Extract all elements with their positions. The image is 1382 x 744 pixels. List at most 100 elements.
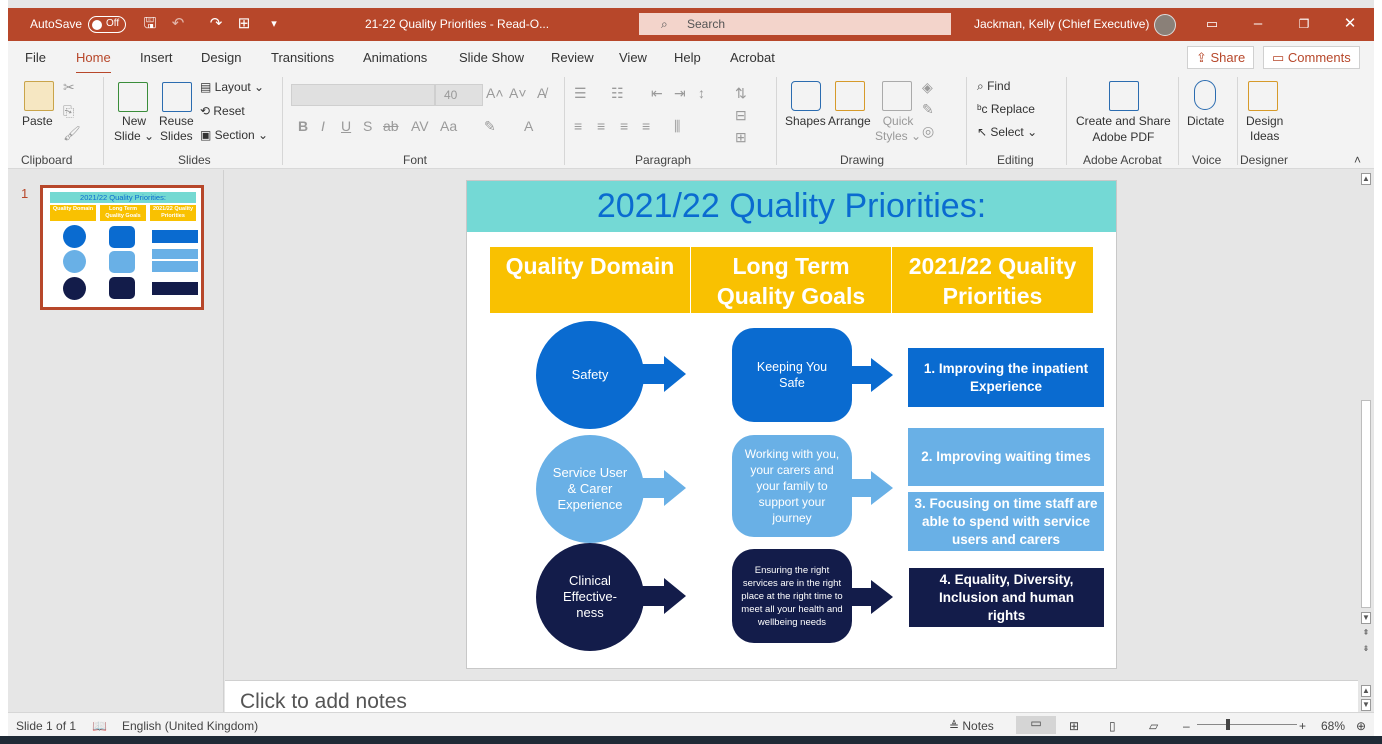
restore-icon[interactable]: ❐ [1294, 14, 1314, 34]
previous-slide-icon[interactable]: ⇞ [1361, 628, 1371, 640]
header-long-term-goals[interactable]: Long Term Quality Goals [691, 247, 891, 313]
shape-fill-icon[interactable]: ◈ [922, 79, 933, 96]
goal-right-services[interactable]: Ensuring the right services are in the r… [732, 549, 852, 643]
shadow-icon[interactable]: S [363, 118, 372, 134]
ribbon-display-icon[interactable]: ▭ [1202, 14, 1222, 34]
format-painter-icon[interactable]: 🖌 [63, 125, 81, 142]
user-name[interactable]: Jackman, Kelly (Chief Executive) [974, 17, 1149, 31]
reuse-slides-button[interactable]: Reuse Slides [159, 114, 194, 144]
zoom-in-icon[interactable]: + [1299, 719, 1306, 733]
redo-icon[interactable]: ↷ [206, 14, 226, 34]
tab-design[interactable]: Design [201, 50, 241, 65]
notes-pane[interactable]: Click to add notes [225, 680, 1358, 714]
tab-view[interactable]: View [619, 50, 647, 65]
paste-button[interactable]: Paste [22, 114, 53, 128]
dictate-button[interactable]: Dictate [1187, 114, 1224, 128]
priority-inpatient-experience[interactable]: 1. Improving the inpatient Experience [908, 348, 1104, 407]
zoom-slider[interactable] [1197, 724, 1297, 725]
font-color-icon[interactable]: A [524, 118, 533, 134]
goal-keeping-you-safe[interactable]: Keeping You Safe [732, 328, 852, 422]
reset-button[interactable]: ⟲ Reset [200, 104, 245, 118]
scroll-down-icon[interactable]: ▼ [1361, 612, 1371, 624]
share-button[interactable]: ⇪ Share [1187, 46, 1255, 69]
find-button[interactable]: ⌕ Find [977, 79, 1010, 94]
change-case-icon[interactable]: Aa [440, 118, 457, 134]
font-size-input[interactable]: 40 [435, 84, 483, 106]
bullets-icon[interactable]: ☰ [574, 85, 587, 102]
autosave-toggle[interactable]: Off [88, 16, 126, 33]
fit-to-window-icon[interactable]: ⊕ [1356, 719, 1366, 733]
underline-icon[interactable]: U [341, 118, 351, 134]
priority-time-with-service-users[interactable]: 3. Focusing on time staff are able to sp… [908, 492, 1104, 551]
tab-home[interactable]: Home [76, 50, 111, 75]
align-left-icon[interactable]: ≡ [574, 118, 582, 134]
document-title[interactable]: 21-22 Quality Priorities - Read-O... [365, 17, 549, 31]
shape-effects-icon[interactable]: ◎ [922, 123, 934, 140]
text-direction-icon[interactable]: ⇅ [735, 85, 747, 102]
slide-canvas[interactable]: 2021/22 Quality Priorities: Quality Doma… [466, 180, 1117, 669]
tab-acrobat[interactable]: Acrobat [730, 50, 775, 65]
close-icon[interactable]: ✕ [1340, 14, 1360, 34]
design-ideas-icon[interactable] [1248, 81, 1278, 111]
tab-slide-show[interactable]: Slide Show [459, 50, 524, 65]
cut-icon[interactable]: ✂ [63, 79, 75, 96]
header-priorities[interactable]: 2021/22 Quality Priorities [892, 247, 1093, 313]
paste-icon[interactable] [24, 81, 54, 111]
arrange-icon[interactable] [835, 81, 865, 111]
accessibility-icon[interactable]: 📖 [92, 719, 107, 733]
notes-toggle[interactable]: ≜ Notes [949, 719, 994, 733]
create-share-pdf-button[interactable]: Create and Share Adobe PDF [1076, 113, 1171, 145]
align-text-icon[interactable]: ⊟ [735, 107, 747, 124]
priority-waiting-times[interactable]: 2. Improving waiting times [908, 428, 1104, 486]
notes-placeholder[interactable]: Click to add notes [240, 690, 407, 714]
scrollbar-thumb[interactable] [1361, 400, 1371, 608]
slide-sorter-icon[interactable]: ⊞ [1069, 719, 1079, 733]
decrease-indent-icon[interactable]: ⇤ [651, 85, 663, 102]
tab-insert[interactable]: Insert [140, 50, 173, 65]
clear-formatting-icon[interactable]: A̸ [537, 85, 546, 101]
next-slide-icon[interactable]: ⇟ [1361, 644, 1371, 656]
undo-icon[interactable]: ↶ [168, 14, 188, 34]
columns-icon[interactable]: ⫼ [674, 118, 680, 135]
vertical-scrollbar[interactable]: ▲ ▼ ⇞ ⇟ [1358, 170, 1374, 680]
zoom-slider-handle[interactable] [1226, 719, 1230, 730]
slide-title[interactable]: 2021/22 Quality Priorities: [467, 181, 1116, 232]
smartart-icon[interactable]: ⊞ [735, 129, 747, 146]
align-center-icon[interactable]: ≡ [597, 118, 605, 134]
arrange-button[interactable]: Arrange [828, 114, 871, 128]
create-pdf-icon[interactable] [1109, 81, 1139, 111]
layout-button[interactable]: ▤ Layout ⌄ [200, 80, 264, 94]
zoom-out-icon[interactable]: – [1183, 719, 1190, 733]
decrease-font-icon[interactable]: A˅ [509, 85, 527, 101]
char-spacing-icon[interactable]: AV [411, 118, 429, 134]
normal-view-icon[interactable]: ▭ [1016, 716, 1056, 734]
bold-icon[interactable]: B [298, 118, 308, 134]
shapes-icon[interactable] [791, 81, 821, 111]
present-icon[interactable]: ⊞ [234, 14, 254, 34]
increase-indent-icon[interactable]: ⇥ [674, 85, 686, 102]
design-ideas-button[interactable]: Design Ideas [1246, 114, 1283, 144]
italic-icon[interactable]: I [321, 118, 325, 134]
increase-font-icon[interactable]: A˄ [486, 85, 504, 101]
section-button[interactable]: ▣ Section ⌄ [200, 128, 268, 142]
numbering-icon[interactable]: ☷ [611, 85, 624, 102]
microphone-icon[interactable] [1194, 80, 1216, 110]
save-icon[interactable]: 🖫 [140, 14, 160, 34]
search-box[interactable]: ⌕ Search [639, 13, 951, 35]
strikethrough-icon[interactable]: ab [383, 118, 399, 134]
notes-scroll-up-icon[interactable]: ▲ [1361, 685, 1371, 697]
select-button[interactable]: ↖ Select ⌄ [977, 125, 1037, 139]
customize-toolbar-icon[interactable]: ▾ [264, 14, 284, 34]
copy-icon[interactable]: ⎘ [63, 103, 74, 120]
quick-styles-icon[interactable] [882, 81, 912, 111]
slide-show-icon[interactable]: ▱ [1149, 719, 1158, 733]
scroll-up-icon[interactable]: ▲ [1361, 173, 1371, 185]
user-avatar[interactable] [1154, 14, 1176, 36]
new-slide-button[interactable]: New Slide ⌄ [114, 114, 154, 144]
header-quality-domain[interactable]: Quality Domain [490, 247, 690, 313]
line-spacing-icon[interactable]: ↕ [698, 85, 705, 101]
replace-button[interactable]: ᵇc Replace [977, 102, 1035, 116]
notes-scrollbar[interactable]: ▲ ▼ [1358, 680, 1374, 712]
tab-review[interactable]: Review [551, 50, 594, 65]
shapes-button[interactable]: Shapes [785, 114, 826, 128]
